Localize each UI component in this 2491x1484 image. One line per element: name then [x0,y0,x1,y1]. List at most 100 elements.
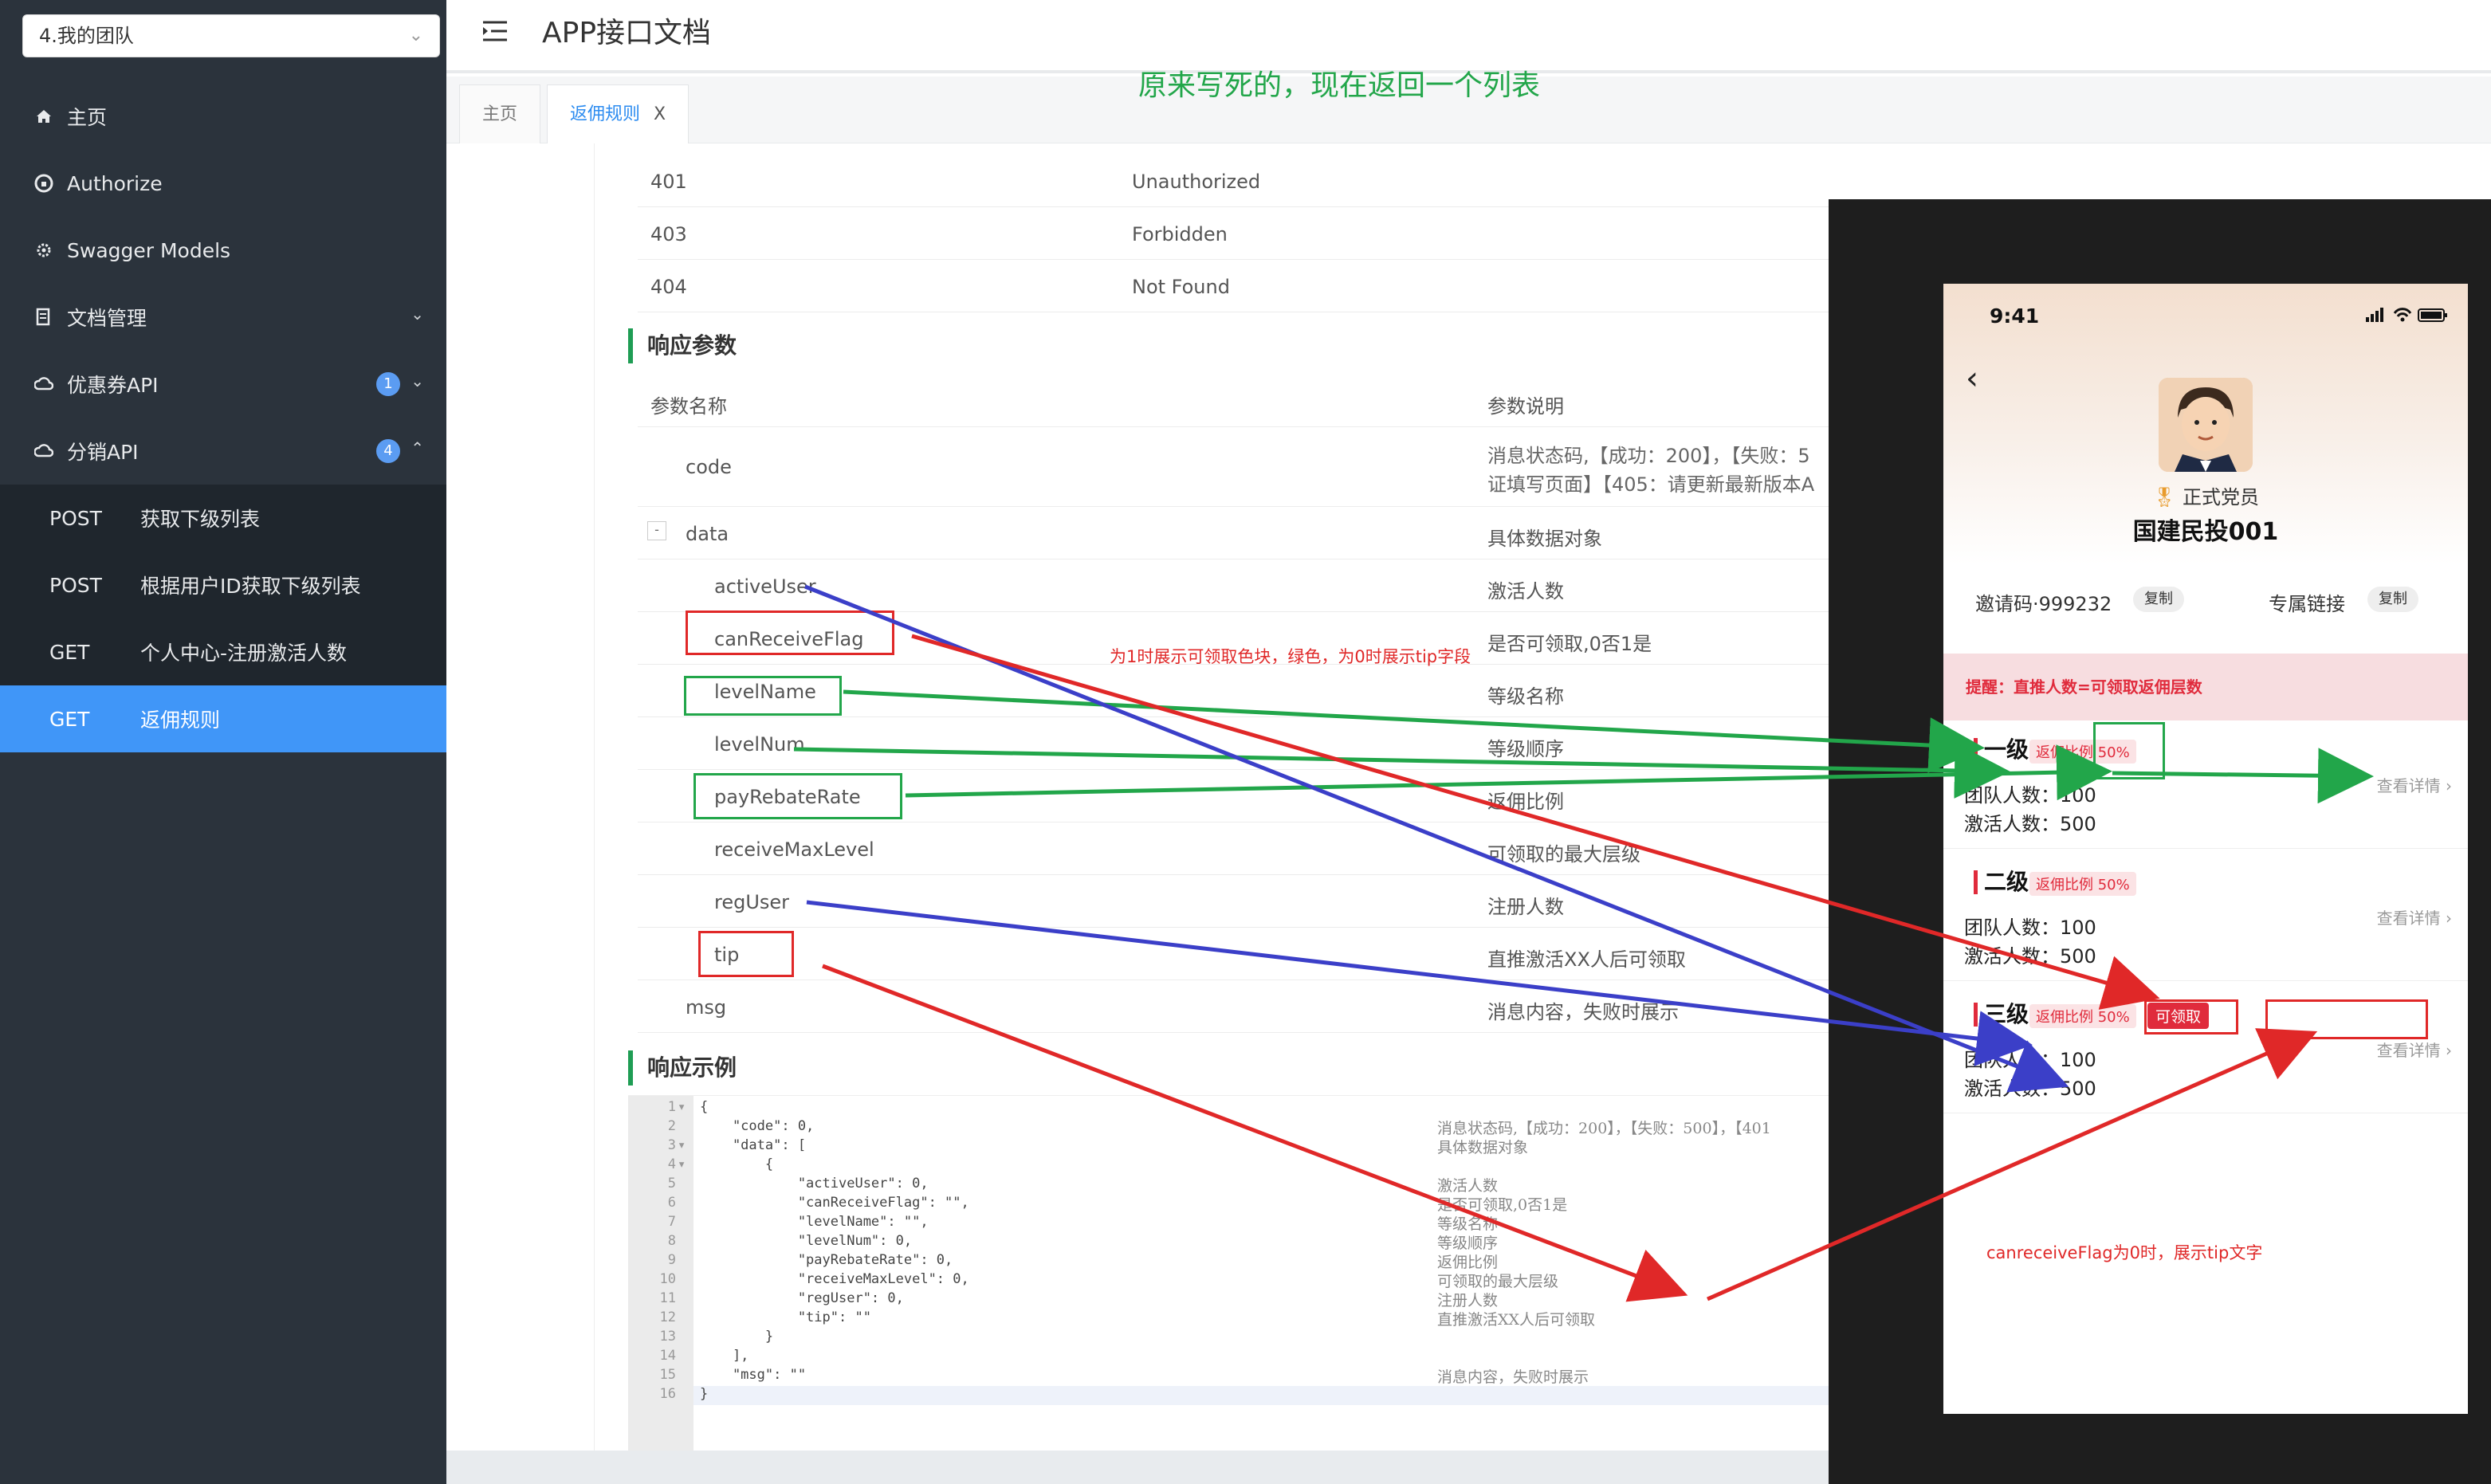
code-comment: 注册人数 [1437,1292,1499,1309]
col-header-desc: 参数说明 [1487,395,1564,418]
sidebar-item-coupon-api[interactable]: 优惠券API 1 ⌄ [0,351,446,418]
view-detail-link[interactable]: 查看详情 › [2377,1038,2452,1061]
active-count: 激活人数：500 [1964,813,2096,835]
status-row: 401 Unauthorized [638,155,1833,207]
level-title: 二级 [1974,870,2029,894]
sidebar-item-label: 分销API [67,441,139,464]
tab-label: 主页 [482,104,518,124]
sidebar-item-authorize[interactable]: Authorize [0,150,446,217]
param-desc-line2: 证填写页面】【405：请更新最新版本A [1487,473,1815,496]
param-desc: 直推激活XX人后可领取 [1487,948,1686,971]
code-line: "tip": "" [700,1309,871,1325]
menu-toggle-icon[interactable] [481,19,509,43]
param-name: receiveMaxLevel [714,838,874,861]
code-editor[interactable]: 1 ▾{2 "code": 0, 消息状态码,【成功：200】，【失败：500】，【… [628,1095,1833,1455]
code-line: "receiveMaxLevel": 0, [700,1271,969,1287]
http-method: POST [49,573,102,597]
param-row: activeUser 激活人数 [638,559,1833,612]
code-comment: 返佣比例 [1437,1254,1499,1271]
line-number: 13 [659,1329,676,1345]
avatar [2159,378,2253,472]
code-comment: 具体数据对象 [1437,1139,1529,1156]
annotation-box-canreceiveflag [686,610,894,655]
level-title: 三级 [1974,1003,2029,1027]
status-desc: Not Found [1132,276,1230,298]
rebate-rate-badge: 返佣比例 50% [2029,872,2136,896]
param-desc: 可领取的最大层级 [1487,843,1640,866]
param-name: msg [686,996,727,1019]
team-select-value: 4.我的团队 [39,25,134,47]
code-line: { [700,1156,774,1172]
rebate-rate-badge: 返佣比例 50% [2029,1004,2136,1028]
chevron-down-icon: ⌄ [411,304,424,324]
cloud-icon [32,439,56,463]
code-comment: 消息内容，失败时展示 [1437,1368,1589,1386]
divider [1943,980,2468,981]
sidebar-item-label: Swagger Models [67,238,231,262]
status-code: 403 [650,223,687,245]
fold-toggle-icon[interactable]: ▾ [678,1156,690,1172]
status-time: 9:41 [1990,304,2040,328]
param-desc: 注册人数 [1487,896,1564,918]
chevron-down-icon: ⌄ [408,26,423,45]
param-name: levelNum [714,733,805,756]
sidebar-sub-item[interactable]: GET 个人中心-注册激活人数 [0,618,446,685]
code-line: "canReceiveFlag": "", [700,1195,969,1211]
section-title-response-params: 响应参数 [628,328,737,363]
sidebar-item-label: 文档管理 [67,307,147,330]
sidebar-sub-item[interactable]: POST 获取下级列表 [0,485,446,552]
sidebar-item-swagger-models[interactable]: Swagger Models [0,217,446,284]
gear-icon [32,238,56,262]
sidebar-item-docs[interactable]: 文档管理 ⌄ [0,284,446,351]
param-name: data [686,523,729,545]
sidebar-sub-item[interactable]: POST 根据用户ID获取下级列表 [0,552,446,618]
view-detail-link[interactable]: 查看详情 › [2377,905,2452,928]
code-comment: 是否可领取,0否1是 [1437,1196,1568,1214]
member-rank: 🎖 正式党员 [1943,481,2468,509]
col-header-name: 参数名称 [650,395,727,418]
user-name: 国建民投001 [2132,518,2279,546]
annotation-note-flag: 为1时展示可领取色块，绿色，为0时展示tip字段 [1110,647,1471,666]
status-row: 404 Not Found [638,260,1833,312]
copy-link-button[interactable]: 复制 [2367,587,2418,612]
code-comment: 激活人数 [1437,1177,1499,1195]
line-number: 15 [659,1367,676,1383]
home-icon [32,104,56,128]
tab-rebate-rules[interactable]: 返佣规则 X [547,84,690,143]
param-name: code [686,456,732,478]
sidebar-item-home[interactable]: 主页 [0,83,446,150]
close-icon[interactable]: X [654,104,666,124]
param-desc: 消息状态码,【成功：200】，【失败：5 [1487,445,1810,467]
status-icons [2363,306,2450,324]
view-detail-link[interactable]: 查看详情 › [2377,773,2452,796]
back-arrow-icon[interactable]: ‹ [1966,360,1978,397]
code-line: "regUser": 0, [700,1290,904,1306]
code-comment: 等级名称 [1437,1215,1499,1233]
section-title-response-example: 响应示例 [628,1050,737,1086]
lock-icon [32,171,56,195]
collapse-toggle[interactable]: - [647,521,666,540]
code-comment: 消息状态码,【成功：200】，【失败：500】，【401 [1437,1120,1771,1137]
sidebar-sub-item-active[interactable]: GET 返佣规则 [0,685,446,752]
code-line: "data": [ [700,1137,807,1153]
member-rank-label: 正式党员 [2183,486,2260,508]
copy-invite-button[interactable]: 复制 [2133,587,2184,612]
param-desc: 激活人数 [1487,580,1564,603]
code-line: } [700,1329,774,1345]
app-title: APP接口文档 [542,17,712,49]
team-select[interactable]: 4.我的团队 ⌄ [22,14,440,57]
param-desc: 具体数据对象 [1487,528,1602,550]
tab-home[interactable]: 主页 [459,84,541,143]
content-gutter [459,143,595,1451]
fold-toggle-icon[interactable]: ▾ [678,1137,690,1153]
status-desc: Unauthorized [1132,171,1261,193]
count-badge: 4 [376,439,400,463]
code-comment: 直推激活XX人后可领取 [1437,1311,1596,1329]
annotation-box-payrebaterate [693,773,902,819]
status-code: 404 [650,276,687,298]
sidebar-item-label: 主页 [67,106,108,129]
line-number: 14 [659,1348,676,1364]
fold-toggle-icon[interactable]: ▾ [678,1099,690,1115]
sidebar-item-distribution-api[interactable]: 分销API 4 ⌃ [0,418,446,485]
count-badge: 1 [376,372,400,396]
